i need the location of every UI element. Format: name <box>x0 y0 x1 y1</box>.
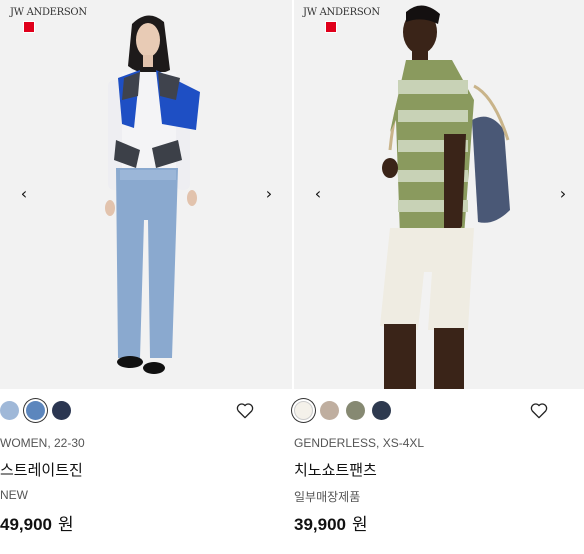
product-name[interactable]: 스트레이트진 <box>0 459 83 480</box>
previous-image-button[interactable]: ‹ <box>310 184 326 204</box>
product-card-chino-shorts[interactable]: JW ANDERSON ‹ › GENDERLESS, XS-4XL 치노쇼트팬… <box>294 0 584 554</box>
next-image-button[interactable]: › <box>261 184 277 204</box>
color-swatch[interactable] <box>320 401 339 420</box>
brand-logo: JW ANDERSON <box>303 7 380 18</box>
product-photo-woman <box>105 15 200 374</box>
product-image[interactable]: JW ANDERSON ‹ › <box>0 0 292 389</box>
color-swatch[interactable] <box>52 401 71 420</box>
product-tag: 일부매장제품 <box>294 490 361 504</box>
price-currency: 원 <box>58 515 74 535</box>
wishlist-heart-icon[interactable] <box>235 401 255 421</box>
product-price: 39,900 원 <box>294 510 368 535</box>
next-image-button[interactable]: › <box>555 184 571 204</box>
color-swatch[interactable] <box>372 401 391 420</box>
brand-badge-icon <box>325 21 337 33</box>
wishlist-heart-icon[interactable] <box>529 401 549 421</box>
brand-logo: JW ANDERSON <box>10 7 87 18</box>
product-card-straight-jeans[interactable]: JW ANDERSON ‹ › WOMEN, 22-30 스트레이트진 NEW … <box>0 0 292 554</box>
product-tag: NEW <box>0 488 28 502</box>
product-photo-man <box>380 5 510 389</box>
product-image[interactable]: JW ANDERSON ‹ › <box>294 0 584 389</box>
brand-badge-icon <box>23 21 35 33</box>
price-value: 39,900 <box>294 515 346 534</box>
color-swatch[interactable] <box>26 401 45 420</box>
product-price: 49,900 원 <box>0 510 74 535</box>
color-swatch[interactable] <box>294 401 313 420</box>
color-swatch[interactable] <box>346 401 365 420</box>
color-swatch[interactable] <box>0 401 19 420</box>
product-category: GENDERLESS, XS-4XL <box>294 436 425 450</box>
product-name[interactable]: 치노쇼트팬츠 <box>294 459 377 480</box>
price-currency: 원 <box>352 515 368 535</box>
product-category: WOMEN, 22-30 <box>0 436 85 450</box>
price-value: 49,900 <box>0 515 52 534</box>
previous-image-button[interactable]: ‹ <box>16 184 32 204</box>
